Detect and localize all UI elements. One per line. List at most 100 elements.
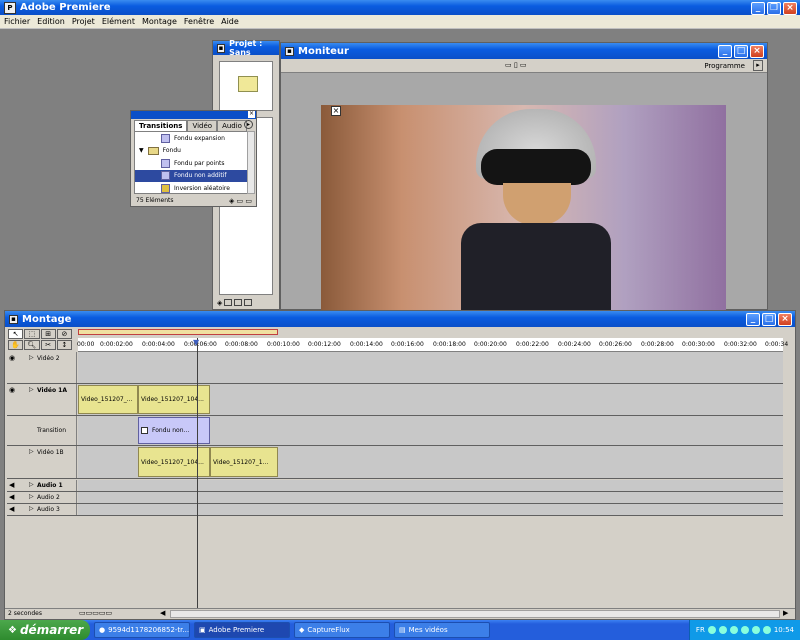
language-indicator[interactable]: FR xyxy=(696,626,705,634)
list-item-selected[interactable]: Fondu non additif xyxy=(135,169,247,182)
timecode-label: 0:00:10:00 xyxy=(267,341,300,348)
montage-minimize-button[interactable]: _ xyxy=(746,313,760,326)
list-item[interactable]: ▼ Fondu xyxy=(135,145,247,158)
view-icon[interactable] xyxy=(244,299,253,306)
menu-edition[interactable]: Edition xyxy=(37,17,65,26)
marker-tool-icon[interactable]: ↕ xyxy=(56,340,72,350)
new-bin-icon[interactable] xyxy=(224,299,233,306)
tray-icon[interactable] xyxy=(729,626,738,634)
menu-element[interactable]: Elément xyxy=(102,17,135,26)
frame-close-icon[interactable]: × xyxy=(331,106,341,116)
monitor-menu-arrow-icon[interactable]: ▸ xyxy=(753,60,763,71)
montage-maximize-button[interactable]: □ xyxy=(762,313,776,326)
track-area[interactable] xyxy=(78,504,783,515)
monitor-minimize-button[interactable]: _ xyxy=(718,45,732,58)
track-area[interactable] xyxy=(78,352,783,383)
menu-montage[interactable]: Montage xyxy=(142,17,177,26)
track-area[interactable] xyxy=(78,492,783,503)
montage-close-button[interactable]: × xyxy=(778,313,792,326)
menu-projet[interactable]: Projet xyxy=(72,17,95,26)
expand-triangle-icon[interactable]: ▷ xyxy=(29,505,34,512)
speaker-icon[interactable]: ◀ xyxy=(9,493,14,501)
track-header[interactable]: Transition xyxy=(7,416,77,445)
track-header[interactable]: ◀ ▷ Audio 1 xyxy=(7,480,77,491)
eye-icon[interactable]: ◉ xyxy=(9,354,15,362)
range-select-tool-icon[interactable]: ⬚ xyxy=(24,329,40,339)
expand-triangle-icon[interactable]: ▼ xyxy=(139,147,144,154)
track-format-icons[interactable]: ▭▭▭▭▭ xyxy=(79,609,112,617)
transition-clip[interactable]: Fondu non... xyxy=(138,417,210,444)
find-icon[interactable]: ◈ xyxy=(217,299,222,307)
expand-triangle-icon[interactable]: ▷ xyxy=(29,386,34,393)
taskbar: ❖ démarrer ● 9594d1178206852-tr... ▣ Adobe … xyxy=(0,620,800,640)
tray-icon[interactable] xyxy=(707,626,716,634)
layout-icons[interactable]: ▭ ▯ ▭ xyxy=(505,61,527,69)
expand-triangle-icon[interactable]: ▷ xyxy=(29,448,34,455)
list-item[interactable]: Inversion aléatoire xyxy=(135,182,247,195)
transition-icon xyxy=(161,158,170,168)
restore-button[interactable]: ❐ xyxy=(767,2,781,15)
volume-icon[interactable] xyxy=(762,626,771,634)
list-item[interactable]: Fondu expansion xyxy=(135,132,247,145)
eye-icon[interactable]: ◉ xyxy=(9,386,15,394)
track-header[interactable]: ◀ ▷ Audio 3 xyxy=(7,504,77,515)
expand-triangle-icon[interactable]: ▷ xyxy=(29,493,34,500)
menu-aide[interactable]: Aide xyxy=(221,17,239,26)
task-button-captureflux[interactable]: ◆ CaptureFlux xyxy=(294,622,390,638)
expand-triangle-icon[interactable]: ▷ xyxy=(29,481,34,488)
scroll-left-icon[interactable]: ◀ xyxy=(160,609,165,617)
start-button[interactable]: ❖ démarrer xyxy=(0,620,90,640)
track-header[interactable]: ▷ Vidéo 1B xyxy=(7,446,77,478)
figure-body xyxy=(461,223,611,310)
horizontal-scrollbar[interactable] xyxy=(170,610,780,618)
track-area[interactable]: Fondu non... xyxy=(78,416,783,445)
monitor-close-button[interactable]: × xyxy=(750,45,764,58)
track-header[interactable]: ◉ ▷ Vidéo 1A xyxy=(7,384,77,415)
video-clip[interactable]: Video_151207_1... xyxy=(210,447,278,477)
menu-fichier[interactable]: Fichier xyxy=(4,17,30,26)
tray-icon[interactable] xyxy=(751,626,760,634)
tray-icon[interactable] xyxy=(718,626,727,634)
work-area-bar[interactable] xyxy=(78,329,278,335)
selection-tool-icon[interactable]: ↖ xyxy=(8,329,24,339)
track-area[interactable] xyxy=(78,480,783,491)
razor-tool-icon[interactable]: ✂ xyxy=(40,340,56,350)
video-clip[interactable]: Video_151207_... xyxy=(78,385,138,414)
palette-menu-icon[interactable]: ▸ xyxy=(244,120,253,129)
link-tool-icon[interactable]: ⊘ xyxy=(56,329,72,339)
video-clip[interactable]: Video_151207_104... xyxy=(138,385,210,414)
clock[interactable]: 10:54 xyxy=(774,626,794,634)
minimize-button[interactable]: _ xyxy=(751,2,765,15)
menu-fenetre[interactable]: Fenêtre xyxy=(184,17,214,26)
track-area[interactable]: Video_151207_... Video_151207_104... xyxy=(78,384,783,415)
task-button-premiere[interactable]: ▣ Adobe Premiere xyxy=(194,622,290,638)
palette-scrollbar[interactable] xyxy=(247,131,255,194)
monitor-maximize-button[interactable]: □ xyxy=(734,45,748,58)
list-item[interactable]: Fondu par points xyxy=(135,157,247,170)
speaker-icon[interactable]: ◀ xyxy=(9,481,14,489)
hand-tool-icon[interactable]: ✋ xyxy=(8,340,24,350)
track-header[interactable]: ◉ ▷ Vidéo 2 xyxy=(7,352,77,383)
palette-close-icon[interactable]: × xyxy=(248,111,255,118)
project-icon: ▪ xyxy=(217,43,226,53)
track-header[interactable]: ◀ ▷ Audio 2 xyxy=(7,492,77,503)
edit-line[interactable] xyxy=(197,338,198,608)
video-clip[interactable]: Video_151207_104... xyxy=(138,447,210,477)
playhead-marker-icon[interactable]: ▼ xyxy=(193,338,199,347)
track-tool-icon[interactable]: ⊞ xyxy=(40,329,56,339)
palette-count: 75 Eléments xyxy=(136,197,174,204)
task-button-firefox[interactable]: ● 9594d1178206852-tr... xyxy=(94,622,190,638)
palette-footer-icons[interactable]: ◈ ▭ ▭ xyxy=(229,197,252,205)
speaker-icon[interactable]: ◀ xyxy=(9,505,14,513)
track-area[interactable]: Video_151207_104... Video_151207_1... xyxy=(78,446,783,478)
close-button[interactable]: × xyxy=(783,2,797,15)
system-tray: FR 10:54 xyxy=(688,620,800,640)
expand-triangle-icon[interactable]: ▷ xyxy=(29,354,34,361)
zoom-level[interactable]: 2 secondes xyxy=(8,610,42,617)
scroll-right-icon[interactable]: ▶ xyxy=(783,609,788,617)
zoom-tool-icon[interactable]: 🔍︎ xyxy=(24,340,40,350)
task-button-mes-videos[interactable]: ▤ Mes vidéos xyxy=(394,622,490,638)
time-ruler[interactable]: 00:00 0:00:02:00 0:00:04:00 0:00:06:00 0… xyxy=(77,338,788,352)
storyboard-icon[interactable] xyxy=(234,299,243,306)
tray-icon[interactable] xyxy=(740,626,749,634)
